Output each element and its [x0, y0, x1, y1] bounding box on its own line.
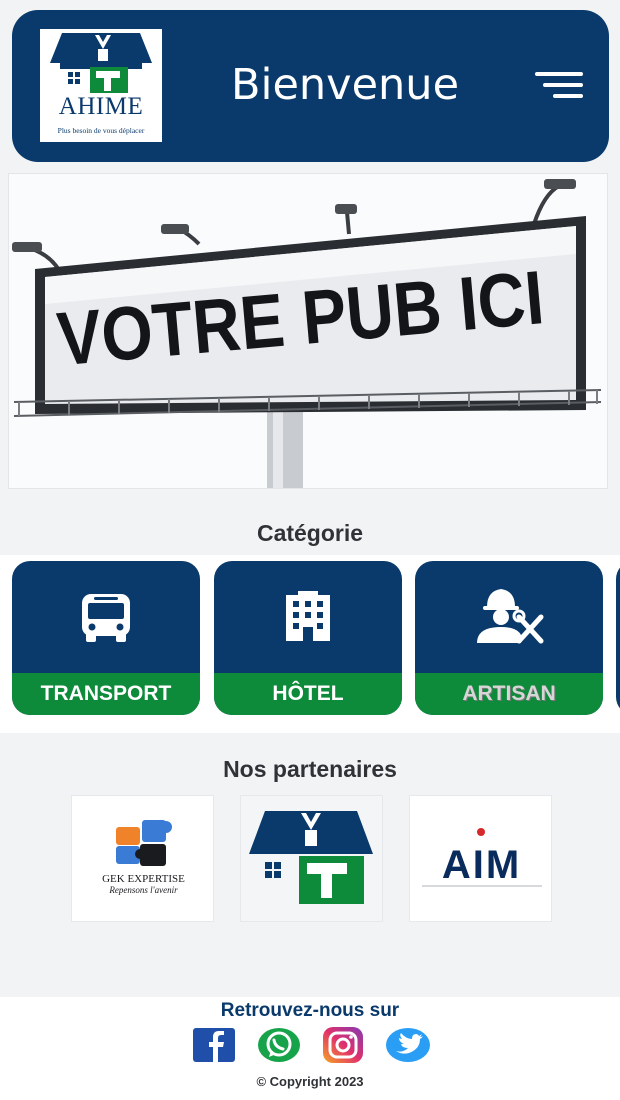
menu-line — [543, 83, 583, 87]
partner-tagline: Repensons l'avenir — [108, 885, 178, 895]
category-label: TRANSPORT — [12, 673, 200, 715]
menu-line — [553, 94, 583, 98]
twitter-icon[interactable] — [385, 1027, 431, 1063]
building-icon — [286, 591, 330, 641]
footer: Retrouvez-nous sur © Copyright 2023 — [0, 997, 620, 1100]
category-card-artisan[interactable]: ARTISAN — [415, 561, 603, 715]
category-section-title: Catégorie — [256, 520, 364, 546]
partner-gek-expertise[interactable]: GEK EXPERTISE Repensons l'avenir — [71, 795, 214, 922]
partner-name: AIM — [442, 843, 521, 887]
page-title: Bienvenue — [231, 60, 460, 110]
category-card-transport[interactable]: TRANSPORT — [12, 561, 200, 715]
app-header: AHIME Plus besoin de vous déplacer Bienv… — [12, 10, 609, 162]
category-card-next[interactable] — [616, 561, 620, 715]
logo-text: AHIME — [58, 93, 144, 120]
partner-ahime[interactable] — [240, 795, 383, 922]
logo-slogan: Plus besoin de vous déplacer — [57, 126, 145, 135]
menu-button[interactable] — [527, 70, 583, 102]
category-carousel[interactable]: TRANSPORT HÔTEL ARTISAN — [0, 555, 620, 733]
whatsapp-icon[interactable] — [256, 1027, 302, 1063]
category-label: ARTISAN — [415, 673, 603, 715]
ad-banner[interactable]: VOTRE PUB ICI — [8, 173, 608, 489]
house-tools-icon — [50, 33, 152, 93]
billboard-illustration: VOTRE PUB ICI — [12, 179, 602, 488]
bus-icon — [82, 594, 130, 642]
aim-logo: AIM — [422, 828, 542, 887]
category-label: HÔTEL — [214, 673, 402, 715]
menu-line — [535, 72, 583, 76]
category-card-hotel[interactable]: HÔTEL — [214, 561, 402, 715]
footer-title: Retrouvez-nous sur — [220, 1000, 400, 1021]
instagram-icon[interactable] — [320, 1027, 366, 1063]
partner-aim[interactable]: AIM — [409, 795, 552, 922]
partners-section-title: Nos partenaires — [223, 756, 397, 782]
worker-icon — [477, 589, 544, 644]
house-tools-logo — [249, 811, 373, 904]
ahime-logo[interactable]: AHIME Plus besoin de vous déplacer — [40, 29, 162, 142]
copyright-text: © Copyright 2023 — [256, 1074, 364, 1089]
partner-name: GEK EXPERTISE — [102, 873, 185, 885]
puzzle-logo: GEK EXPERTISE Repensons l'avenir — [102, 820, 185, 895]
facebook-icon[interactable] — [191, 1027, 237, 1063]
